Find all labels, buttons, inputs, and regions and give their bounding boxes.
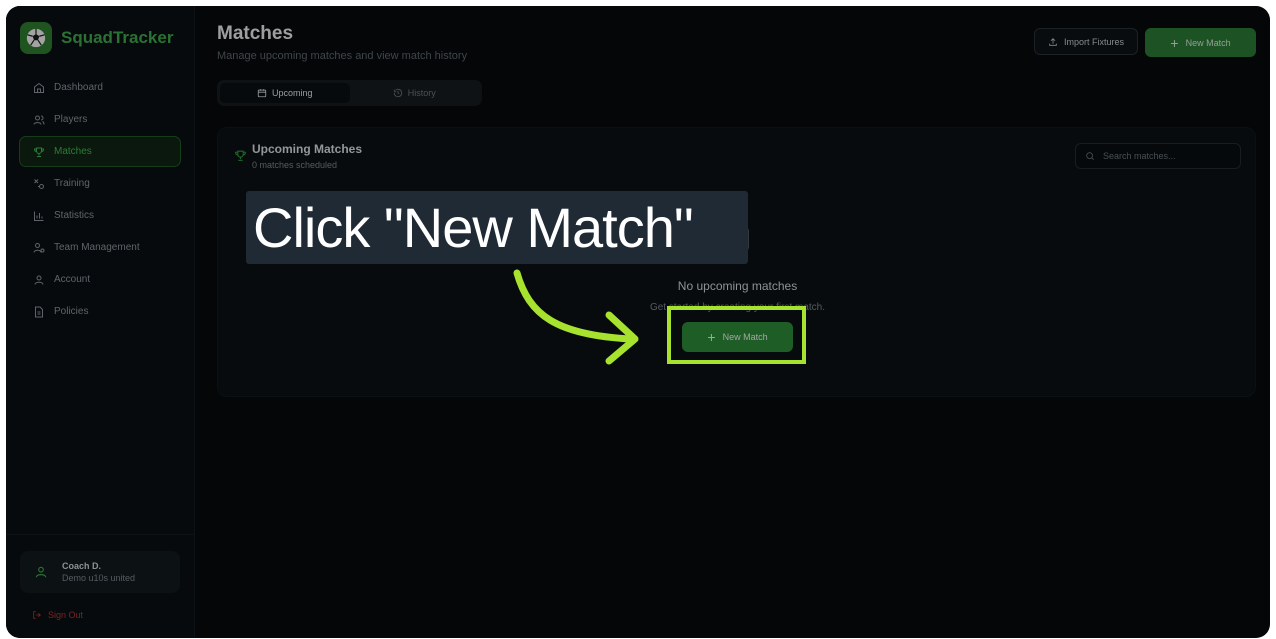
user-icon <box>34 275 44 285</box>
sidebar-item-label: Policies <box>54 306 89 317</box>
search-icon <box>1086 152 1095 161</box>
user-card[interactable]: Coach D. Demo u10s united <box>20 551 180 593</box>
history-icon <box>393 88 402 98</box>
page-subtitle: Manage upcoming matches and view match h… <box>217 50 468 62</box>
page-title: Matches <box>217 23 294 44</box>
plus-icon: + <box>1170 34 1179 51</box>
tab-upcoming[interactable]: Upcoming <box>220 83 350 103</box>
tab-label: History <box>407 88 436 98</box>
sidebar-item-matches[interactable]: Matches <box>19 136 181 167</box>
tab-history[interactable]: History <box>350 83 480 103</box>
sidebar-item-label: Training <box>54 178 90 189</box>
new-match-button[interactable]: + New Match <box>1145 28 1256 57</box>
user-team: Demo u10s united <box>62 573 136 583</box>
sidebar-item-label: Account <box>54 274 91 285</box>
search-matches[interactable] <box>1075 143 1241 169</box>
sidebar-item-label: Statistics <box>54 210 95 221</box>
calendar-icon <box>257 89 267 98</box>
soccer-ball-icon <box>20 22 52 54</box>
home-icon <box>34 82 44 93</box>
search-input[interactable] <box>1103 151 1233 161</box>
sidebar-item-label: Matches <box>54 146 92 157</box>
tutorial-highlight-box <box>667 306 806 364</box>
card-title: Upcoming Matches <box>252 142 363 156</box>
sidebar-item-label: Team Management <box>54 242 140 253</box>
empty-state-title: No upcoming matches <box>677 279 798 293</box>
training-icon <box>34 178 44 189</box>
sidebar-item-dashboard[interactable]: Dashboard <box>19 72 181 103</box>
sidebar-item-training[interactable]: Training <box>19 168 181 199</box>
team-icon <box>33 242 45 253</box>
sidebar-divider <box>6 534 195 535</box>
sidebar-item-team-management[interactable]: Team Management <box>19 232 181 263</box>
tutorial-callout: Click "New Match" <box>246 191 748 264</box>
sidebar-item-statistics[interactable]: Statistics <box>19 200 181 231</box>
sidebar-item-policies[interactable]: Policies <box>19 296 181 327</box>
bar-chart-icon <box>34 211 44 221</box>
sign-out-label: Sign Out <box>48 610 84 620</box>
tab-label: Upcoming <box>271 88 313 98</box>
sidebar-nav: Dashboard Players Matches Training Stati… <box>19 72 181 328</box>
user-icon <box>35 566 47 578</box>
sidebar-item-label: Players <box>54 114 88 125</box>
sidebar-item-label: Dashboard <box>54 82 103 93</box>
new-match-label: New Match <box>1185 37 1231 48</box>
document-icon <box>35 306 43 317</box>
sign-out-button[interactable]: Sign Out <box>32 610 83 620</box>
tutorial-arrow-icon <box>513 269 639 365</box>
match-tabs: Upcoming History <box>217 80 482 106</box>
app-window: SquadTracker Dashboard Players Matches T… <box>6 6 1270 638</box>
sidebar-item-account[interactable]: Account <box>19 264 181 295</box>
import-fixtures-button[interactable]: Import Fixtures <box>1034 28 1138 55</box>
app-name: SquadTracker <box>61 28 174 47</box>
import-fixtures-label: Import Fixtures <box>1063 36 1124 47</box>
users-icon <box>33 115 45 125</box>
trophy-icon <box>235 150 246 161</box>
logout-icon <box>33 611 42 619</box>
trophy-icon <box>33 147 45 157</box>
user-name: Coach D. <box>62 561 102 571</box>
sidebar: SquadTracker Dashboard Players Matches T… <box>6 6 195 638</box>
logo[interactable]: SquadTracker <box>20 22 173 54</box>
upload-icon <box>1049 37 1057 46</box>
sidebar-item-players[interactable]: Players <box>19 104 181 135</box>
tutorial-instruction: Click "New Match" <box>253 196 694 259</box>
matches-count: 0 matches scheduled <box>252 160 338 170</box>
